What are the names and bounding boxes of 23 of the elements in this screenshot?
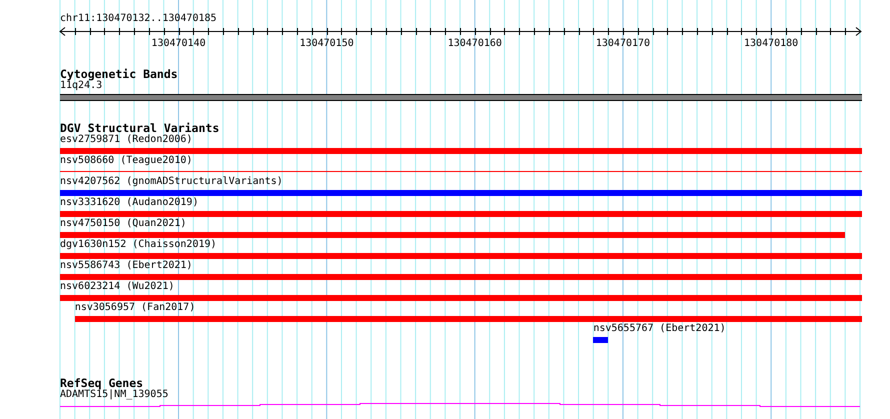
ruler-title: chr11:130470132..130470185 — [60, 13, 217, 25]
ruler-tick-label: 130470180 — [744, 38, 798, 49]
variant-bar[interactable] — [593, 337, 608, 343]
ruler-tick-label: 130470160 — [448, 38, 502, 49]
track-title: DGV Structural Variants — [60, 122, 220, 134]
variant-label: nsv3056957 (Fan2017) — [74, 302, 196, 314]
variant-label: dgv1630n152 (Chaisson2019) — [60, 239, 217, 251]
track-title: RefSeq Genes — [60, 377, 144, 389]
ruler-tick-label: 130470170 — [596, 38, 650, 49]
variant-label: nsv3331620 (Audano2019) — [60, 197, 198, 209]
variant-label: nsv5655767 (Ebert2021) — [593, 323, 726, 335]
gene-model-line[interactable] — [60, 403, 860, 407]
variant-label: nsv5586743 (Ebert2021) — [60, 260, 192, 272]
variant-label: esv2759871 (Redon2006) — [60, 134, 192, 146]
variant-label: nsv4750150 (Quan2021) — [60, 218, 186, 230]
variant-label: nsv6023214 (Wu2021) — [60, 281, 174, 293]
ruler-tick-label: 130470150 — [300, 38, 354, 49]
variant-label: nsv508660 (Teague2010) — [60, 155, 192, 167]
ruler-tick-label: 130470140 — [151, 38, 206, 49]
variant-label: nsv4207562 (gnomADStructuralVariants) — [60, 176, 283, 188]
track-title: Cytogenetic Bands — [60, 68, 178, 80]
band-label: 11q24.3 — [60, 80, 102, 92]
gene-label: ADAMTS15|NM_139055 — [60, 389, 168, 401]
